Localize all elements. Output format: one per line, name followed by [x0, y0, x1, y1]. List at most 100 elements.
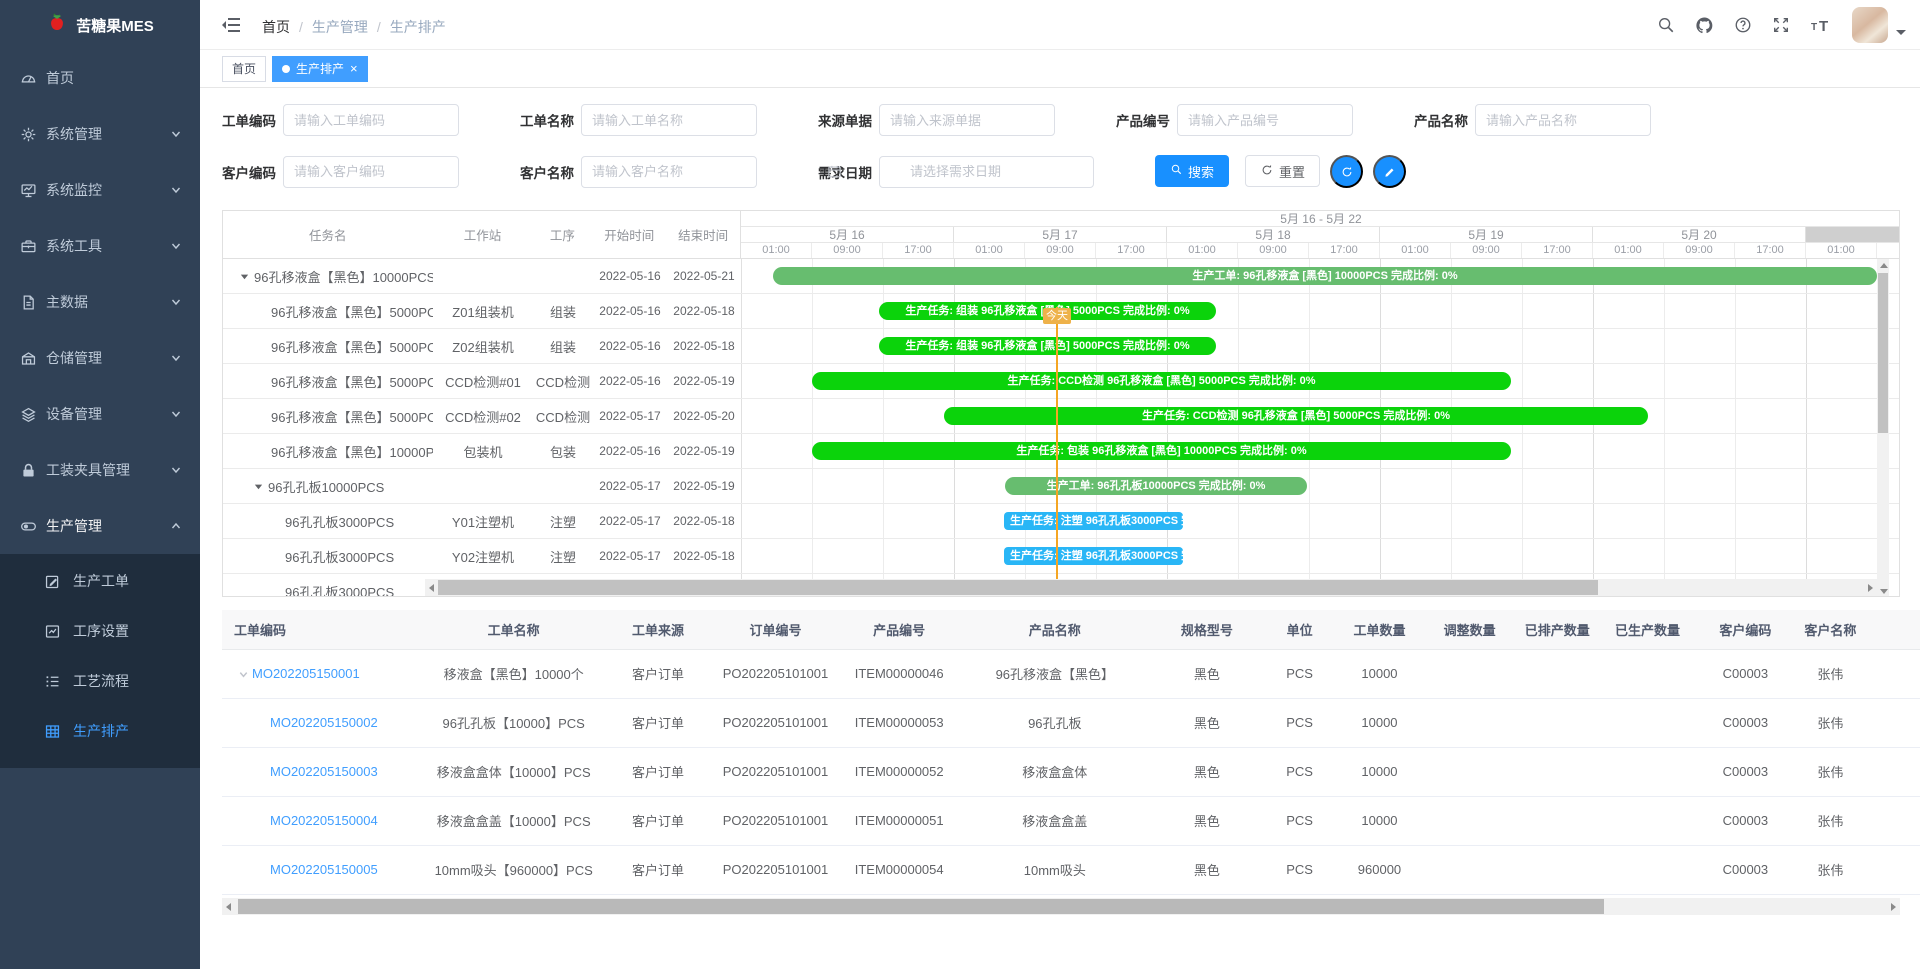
- sidebar-item-5[interactable]: 仓储管理: [0, 330, 200, 386]
- fullscreen-icon[interactable]: [1772, 16, 1790, 34]
- gantt-row[interactable]: 96孔移液盒【黑色】5000PCSCCD检测#01CCD检测2022-05-16…: [223, 364, 1900, 399]
- caret-down-icon[interactable]: [1896, 28, 1906, 36]
- gantt-bar-inject[interactable]: 生产任务: 注塑 96孔孔板3000PCS 完成比例: 0%: [1004, 547, 1183, 565]
- gantt-row[interactable]: 96孔孔板3000PCSY02注塑机注塑2022-05-172022-05-18…: [223, 539, 1900, 574]
- gantt-process: CCD检测: [533, 372, 593, 391]
- breadcrumb-item[interactable]: 生产管理: [312, 19, 368, 35]
- scroll-left-arrow[interactable]: [429, 584, 434, 592]
- sidebar-item-1[interactable]: 系统管理: [0, 106, 200, 162]
- gantt-start: 2022-05-17: [593, 549, 667, 563]
- 来源单据-input[interactable]: [879, 104, 1055, 136]
- sidebar-item-0[interactable]: 首页: [0, 50, 200, 106]
- chevron-down-icon: [170, 296, 182, 308]
- gantt-row[interactable]: 96孔移液盒【黑色】10000PCS包装机包装2022-05-162022-05…: [223, 434, 1900, 469]
- gantt-row[interactable]: 96孔移液盒【黑色】5000PCSCCD检测#02CCD检测2022-05-17…: [223, 399, 1900, 434]
- gantt-row[interactable]: 96孔移液盒【黑色】10000PCS2022-05-162022-05-21生产…: [223, 259, 1900, 294]
- gantt-bar-task[interactable]: 生产任务: CCD检测 96孔移液盒 [黑色] 5000PCS 完成比例: 0%: [812, 372, 1511, 390]
- filter-label: 需求日期: [818, 162, 879, 182]
- close-icon[interactable]: ×: [350, 62, 358, 75]
- submenu-item-2[interactable]: 工艺流程: [0, 656, 200, 706]
- font-size-icon[interactable]: TT: [1810, 16, 1832, 34]
- sidebar-item-3[interactable]: 系统工具: [0, 218, 200, 274]
- sidebar-item-6[interactable]: 设备管理: [0, 386, 200, 442]
- scroll-up-arrow[interactable]: [1880, 263, 1888, 268]
- gantt-station: 包装机: [433, 442, 533, 461]
- table-hscroll-thumb[interactable]: [238, 899, 1604, 914]
- avatar[interactable]: [1852, 7, 1888, 43]
- gantt-day-cell: 5月 17: [954, 227, 1167, 242]
- tag-0[interactable]: 首页: [222, 56, 266, 82]
- 工单编码-input[interactable]: [283, 104, 459, 136]
- pencil-round-button[interactable]: [1373, 155, 1406, 188]
- expand-caret-icon[interactable]: [238, 669, 249, 680]
- 工单名称-input[interactable]: [581, 104, 757, 136]
- gantt-bar-order[interactable]: 生产工单: 96孔移液盒 [黑色] 10000PCS 完成比例: 0%: [773, 267, 1877, 285]
- orders-cell: 960000: [1333, 845, 1426, 894]
- 客户编码-input[interactable]: [283, 156, 459, 188]
- gantt-row[interactable]: 96孔孔板3000PCSY01注塑机注塑2022-05-172022-05-18…: [223, 504, 1900, 539]
- gantt-task-name: 96孔孔板3000PCS: [223, 582, 433, 598]
- today-badge: 今天: [1043, 308, 1071, 324]
- gantt-hour-cell: 09:00: [1664, 243, 1735, 258]
- orders-cell: 张伟: [1797, 698, 1864, 747]
- gantt-bar-task[interactable]: 生产任务: 组装 96孔移液盒 [黑色] 5000PCS 完成比例: 0%: [879, 337, 1216, 355]
- work-order-link[interactable]: MO202205150004: [270, 813, 378, 828]
- gantt-row[interactable]: 96孔孔板10000PCS2022-05-172022-05-19生产工单: 9…: [223, 469, 1900, 504]
- gantt-vscroll-thumb[interactable]: [1878, 273, 1888, 433]
- gantt-station: Z01组装机: [433, 302, 533, 321]
- collapse-caret-icon[interactable]: [239, 271, 250, 282]
- sidebar-item-7[interactable]: 工装夹具管理: [0, 442, 200, 498]
- filter-field-1-0: 工单编码: [222, 104, 459, 136]
- reset-button[interactable]: 重置: [1245, 155, 1320, 187]
- scroll-right-arrow[interactable]: [1868, 584, 1873, 592]
- chevron-up-icon: [170, 520, 182, 532]
- refresh-round-button[interactable]: [1330, 155, 1363, 188]
- orders-column-header: 调整数量: [1426, 610, 1514, 649]
- submenu-item-3[interactable]: 生产排产: [0, 706, 200, 756]
- edit-icon: [44, 573, 61, 590]
- work-order-link[interactable]: MO202205150001: [252, 666, 360, 681]
- gantt-vertical-scrollbar[interactable]: [1877, 259, 1889, 597]
- collapse-caret-icon[interactable]: [253, 481, 264, 492]
- gantt-row[interactable]: 96孔移液盒【黑色】5000PCSZ02组装机组装2022-05-162022-…: [223, 329, 1900, 364]
- sidebar-fold-icon[interactable]: [222, 15, 242, 40]
- sidebar-item-label: 主数据: [46, 292, 88, 312]
- submenu-item-0[interactable]: 生产工单: [0, 556, 200, 606]
- 需求日期-input[interactable]: [879, 156, 1094, 188]
- gantt-horizontal-scrollbar[interactable]: [425, 579, 1877, 596]
- svg-text:T: T: [1819, 18, 1828, 34]
- scroll-right-arrow[interactable]: [1891, 903, 1896, 911]
- 产品名称-input[interactable]: [1475, 104, 1651, 136]
- sidebar-item-2[interactable]: 系统监控: [0, 162, 200, 218]
- sidebar-item-4[interactable]: 主数据: [0, 274, 200, 330]
- gantt-hscroll-thumb[interactable]: [438, 580, 1598, 595]
- gantt-bar-task[interactable]: 生产任务: CCD检测 96孔移液盒 [黑色] 5000PCS 完成比例: 0%: [944, 407, 1648, 425]
- breadcrumb-item[interactable]: 首页: [262, 19, 290, 35]
- gantt-bar-inject[interactable]: 生产任务: 注塑 96孔孔板3000PCS 完成比例: 0%: [1004, 512, 1183, 530]
- scroll-down-arrow[interactable]: [1880, 589, 1888, 594]
- search-icon[interactable]: [1657, 16, 1675, 34]
- gantt-column-header: 开始时间: [592, 225, 666, 244]
- 客户名称-input[interactable]: [581, 156, 757, 188]
- gantt-bar-order[interactable]: 生产工单: 96孔孔板10000PCS 完成比例: 0%: [1005, 477, 1307, 495]
- orders-cell: 移液盒盒盖【10000】PCS: [426, 796, 601, 845]
- work-order-link[interactable]: MO202205150002: [270, 715, 378, 730]
- today-line: [1056, 307, 1058, 597]
- github-icon[interactable]: [1695, 16, 1714, 35]
- gantt-process: 组装: [533, 337, 593, 356]
- table-horizontal-scrollbar[interactable]: [222, 898, 1900, 915]
- work-order-link[interactable]: MO202205150005: [270, 862, 378, 877]
- scroll-left-arrow[interactable]: [226, 903, 231, 911]
- help-icon[interactable]: [1734, 16, 1752, 34]
- task-name-text: 96孔移液盒【黑色】5000PCS: [271, 337, 433, 356]
- gantt-end: 2022-05-18: [667, 514, 741, 528]
- 产品编号-input[interactable]: [1177, 104, 1353, 136]
- search-button[interactable]: 搜索: [1155, 155, 1229, 187]
- orders-cell: [1426, 698, 1514, 747]
- sidebar-item-8[interactable]: 生产管理: [0, 498, 200, 554]
- work-order-link[interactable]: MO202205150003: [270, 764, 378, 779]
- submenu-item-1[interactable]: 工序设置: [0, 606, 200, 656]
- tag-1[interactable]: 生产排产×: [272, 56, 368, 82]
- gantt-bar-task[interactable]: 生产任务: 包装 96孔移液盒 [黑色] 10000PCS 完成比例: 0%: [812, 442, 1511, 460]
- orders-cell: MO202205150002: [222, 698, 426, 747]
